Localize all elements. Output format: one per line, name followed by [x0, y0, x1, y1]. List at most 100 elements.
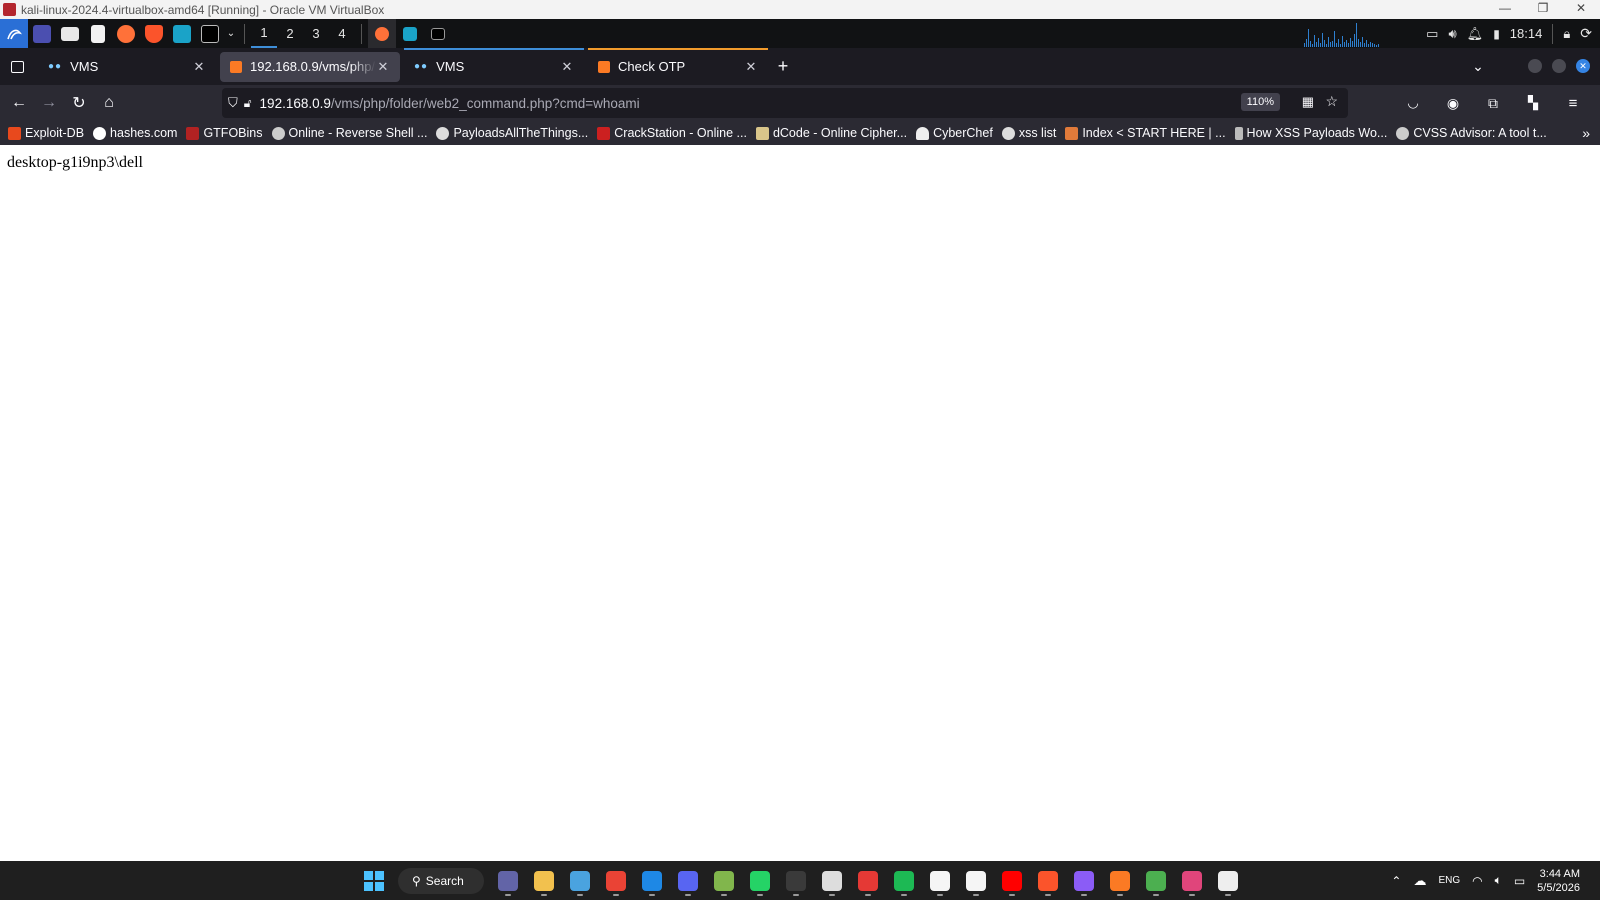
spotify-icon[interactable]	[886, 865, 922, 897]
workspace-2[interactable]: 2	[277, 19, 303, 48]
bookmark-crackstation[interactable]: CrackStation - Online ...	[597, 126, 747, 140]
new-tab-button[interactable]: +	[768, 52, 798, 81]
terminal-icon[interactable]	[778, 865, 814, 897]
wifi-icon[interactable]: ◠	[1472, 874, 1482, 888]
app-pink-icon[interactable]	[1174, 865, 1210, 897]
xampp-icon[interactable]	[1102, 865, 1138, 897]
chevron-down-icon[interactable]: ⌄	[224, 19, 238, 48]
list-all-tabs-icon[interactable]: ⌄	[1466, 52, 1490, 81]
browser-close-button[interactable]: ✕	[1576, 59, 1590, 73]
firefox-launcher-icon[interactable]	[112, 19, 140, 48]
tab-check-otp[interactable]: Check OTP ✕	[588, 48, 768, 85]
bookmark-dcode[interactable]: dCode - Online Cipher...	[755, 126, 907, 140]
app-purple-icon[interactable]	[1066, 865, 1102, 897]
zoom-level-badge[interactable]: 110%	[1240, 93, 1280, 111]
vscode-icon[interactable]	[634, 865, 670, 897]
insecure-lock-icon[interactable]: 🔓︎	[244, 96, 252, 111]
discord-icon[interactable]	[670, 865, 706, 897]
pocket-icon[interactable]: ◡	[1398, 88, 1428, 118]
close-tab-icon[interactable]: ✕	[560, 59, 574, 75]
close-tab-icon[interactable]: ✕	[744, 59, 758, 75]
burp-launcher-icon[interactable]	[168, 19, 196, 48]
bookmark-index-start-here[interactable]: Index < START HERE | ...	[1065, 126, 1226, 140]
workspace-1[interactable]: 1	[251, 19, 277, 48]
bookmark-star-icon[interactable]: ☆	[1325, 93, 1338, 110]
tab-vms-2[interactable]: ●● VMS ✕	[404, 48, 584, 85]
back-button[interactable]: ←	[4, 88, 34, 118]
show-desktop-icon[interactable]	[28, 19, 56, 48]
language-indicator[interactable]: ENG	[1438, 875, 1460, 886]
minimize-button[interactable]: —	[1486, 0, 1524, 19]
onedrive-icon[interactable]: ☁	[1413, 873, 1426, 889]
notification-bell-icon[interactable]: 🔔︎	[1467, 26, 1484, 42]
reload-button[interactable]: ↻	[64, 88, 94, 118]
app-icon[interactable]	[814, 865, 850, 897]
ms-store-icon[interactable]	[562, 865, 598, 897]
file-manager-icon[interactable]	[56, 19, 84, 48]
tab-command[interactable]: 192.168.0.9/vms/php/folder/web2_command.…	[220, 51, 400, 82]
tab-vms-1[interactable]: ●● VMS ✕	[38, 48, 216, 85]
browser-maximize-button[interactable]	[1552, 59, 1566, 73]
lock-icon[interactable]: 🔒︎	[1563, 26, 1570, 42]
apps-grid-icon[interactable]: ▚	[1518, 88, 1548, 118]
bookmark-cyberchef[interactable]: CyberChef	[916, 126, 993, 140]
tab-overview-icon[interactable]	[0, 52, 34, 81]
workspace-3[interactable]: 3	[303, 19, 329, 48]
power-icon[interactable]: ⟳	[1580, 25, 1592, 42]
restore-button[interactable]: ❐	[1524, 0, 1562, 19]
kali-menu-icon[interactable]	[0, 19, 28, 48]
bookmark-payloads[interactable]: PayloadsAllTheThings...	[436, 126, 588, 140]
qr-code-icon[interactable]: ▦	[1302, 94, 1314, 110]
brave-launcher-icon[interactable]	[140, 19, 168, 48]
bookmark-gtfobins[interactable]: GTFOBins	[186, 126, 263, 140]
text-editor-icon[interactable]	[84, 19, 112, 48]
close-tab-icon[interactable]: ✕	[192, 59, 206, 75]
bookmark-exploit-db[interactable]: Exploit-DB	[8, 126, 84, 140]
chatgpt-icon[interactable]	[1210, 865, 1246, 897]
battery-icon[interactable]: ▭	[1514, 874, 1525, 888]
brave-icon[interactable]	[1030, 865, 1066, 897]
workspace-4[interactable]: 4	[329, 19, 355, 48]
whatsapp-icon[interactable]	[742, 865, 778, 897]
close-tab-icon[interactable]: ✕	[376, 59, 390, 75]
chrome-icon[interactable]	[1138, 865, 1174, 897]
speaker-icon[interactable]: 🔈︎	[1495, 873, 1502, 888]
firefox-window-icon[interactable]	[368, 19, 396, 48]
browser-minimize-button[interactable]	[1528, 59, 1542, 73]
close-window-button[interactable]: ✕	[1562, 0, 1600, 19]
bookmark-xss-list[interactable]: xss list	[1001, 126, 1056, 140]
taskbar-search[interactable]: ⚲ Search	[398, 868, 484, 894]
more-bookmarks-icon[interactable]: »	[1582, 125, 1590, 141]
file-explorer-icon[interactable]	[526, 865, 562, 897]
show-hidden-icons-icon[interactable]: ⌃	[1391, 874, 1401, 888]
panel-clock[interactable]: 18:14	[1510, 26, 1543, 41]
gmail-icon[interactable]	[598, 865, 634, 897]
start-button[interactable]	[356, 865, 392, 897]
home-button[interactable]: ⌂	[94, 88, 124, 118]
chess-icon[interactable]	[706, 865, 742, 897]
terminal-window-icon[interactable]	[424, 19, 452, 48]
account-icon[interactable]: ◉	[1438, 88, 1468, 118]
url-bar[interactable]: ⛉ 🔓︎ 192.168.0.9/vms/php/folder/web2_com…	[222, 88, 1348, 118]
app-red-icon[interactable]	[850, 865, 886, 897]
bookmark-hashes[interactable]: hashes.com	[93, 126, 177, 140]
taskbar-clock[interactable]: 3:44 AM 5/5/2026	[1537, 867, 1580, 895]
youtube-icon[interactable]	[994, 865, 1030, 897]
shield-icon[interactable]: ⛉	[228, 95, 238, 111]
pinned-apps	[490, 865, 1246, 897]
burp-window-icon[interactable]	[396, 19, 424, 48]
battery-icon[interactable]: ▮	[1493, 27, 1500, 41]
bookmark-reverse-shell[interactable]: Online - Reverse Shell ...	[271, 126, 427, 140]
forward-button[interactable]: →	[34, 88, 64, 118]
github-icon[interactable]	[958, 865, 994, 897]
teams-icon[interactable]	[490, 865, 526, 897]
hamburger-menu-icon[interactable]: ≡	[1558, 88, 1588, 118]
volume-icon[interactable]: 🔊︎	[1448, 26, 1456, 42]
anthropic-icon[interactable]	[922, 865, 958, 897]
screen-icon[interactable]: ▭	[1426, 26, 1438, 42]
bookmark-xss-payloads[interactable]: How XSS Payloads Wo...	[1234, 126, 1387, 140]
terminal-launcher-icon[interactable]	[196, 19, 224, 48]
vms-dots-icon: ●●	[48, 61, 63, 72]
bookmark-cvss-advisor[interactable]: CVSS Advisor: A tool t...	[1396, 126, 1547, 140]
extensions-icon[interactable]: ⧉	[1478, 88, 1508, 118]
